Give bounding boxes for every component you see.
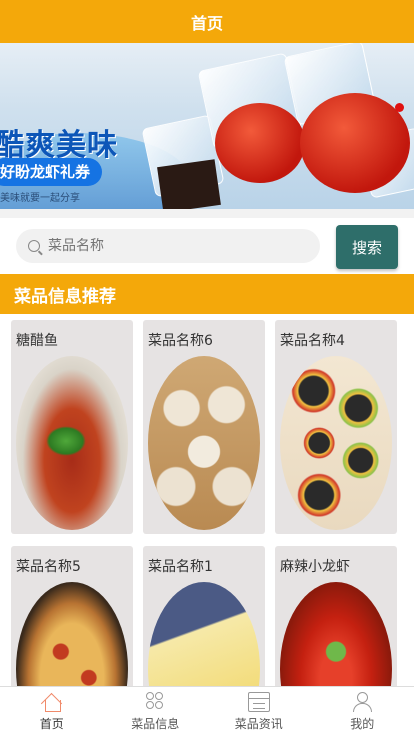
carousel-indicator[interactable] [395,103,404,112]
news-icon [247,691,270,712]
tab-home[interactable]: 首页 [0,687,104,736]
banner-subtitle: 好盼龙虾礼券 [0,158,102,186]
tab-label: 菜品信息 [131,716,180,731]
dish-card[interactable]: 麻辣小龙虾 [275,546,397,686]
search-area: 搜索 [0,218,414,274]
tab-label: 我的 [350,716,375,731]
dish-name: 菜品名称1 [148,559,213,575]
tab-dish-info[interactable]: 菜品信息 [104,687,208,736]
dish-name: 菜品名称6 [148,333,213,349]
dish-name: 麻辣小龙虾 [280,559,350,575]
dish-image[interactable] [16,582,128,686]
tab-mine[interactable]: 我的 [311,687,414,736]
search-box[interactable] [16,229,320,263]
dish-name: 菜品名称4 [280,333,345,349]
dish-image[interactable] [16,356,128,530]
dish-image[interactable] [280,356,392,530]
bottom-tab-bar: 首页 菜品信息 菜品资讯 我的 [0,686,414,736]
page-title: 首页 [190,13,223,33]
dish-image[interactable] [148,582,260,686]
section-title: 菜品信息推荐 [14,286,116,307]
home-icon [41,692,63,712]
promo-banner[interactable]: 酷爽美味 好盼龙虾礼券 美味就要一起分享 [0,43,414,209]
dish-card[interactable]: 糖醋鱼 [11,320,133,534]
tab-label: 首页 [39,716,64,731]
dish-name: 菜品名称5 [16,559,81,575]
banner-tagline: 美味就要一起分享 [0,193,80,204]
crayfish-image [300,93,410,193]
dish-grid: 糖醋鱼 菜品名称6 菜品名称4 菜品名称5 菜品名称1 麻辣小龙虾 [0,314,414,686]
dish-name: 糖醋鱼 [16,333,58,349]
user-icon [351,691,373,712]
dish-card[interactable]: 菜品名称6 [143,320,265,534]
tab-dish-news[interactable]: 菜品资讯 [207,687,311,736]
dish-card[interactable]: 菜品名称1 [143,546,265,686]
dish-card[interactable]: 菜品名称5 [11,546,133,686]
search-icon [28,240,40,252]
dish-image[interactable] [148,356,260,530]
search-button[interactable]: 搜索 [336,225,398,269]
gift-box [157,159,221,209]
grid-icon [144,691,166,712]
tab-label: 菜品资讯 [234,716,283,731]
search-input[interactable] [48,238,288,254]
dish-image[interactable] [280,582,392,686]
section-header: 菜品信息推荐 [0,274,414,314]
page-header: 首页 [0,0,414,43]
dish-card[interactable]: 菜品名称4 [275,320,397,534]
crayfish-image [215,103,305,183]
